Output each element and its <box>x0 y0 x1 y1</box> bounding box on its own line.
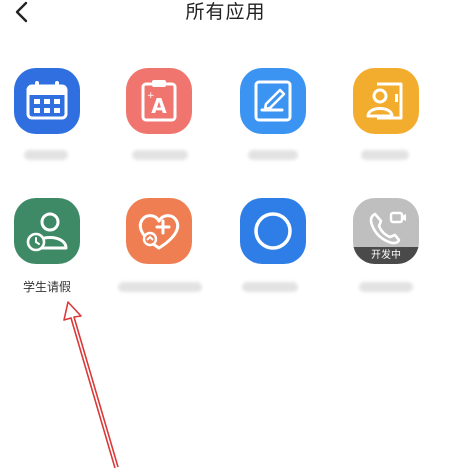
annotation-arrow <box>63 301 119 469</box>
